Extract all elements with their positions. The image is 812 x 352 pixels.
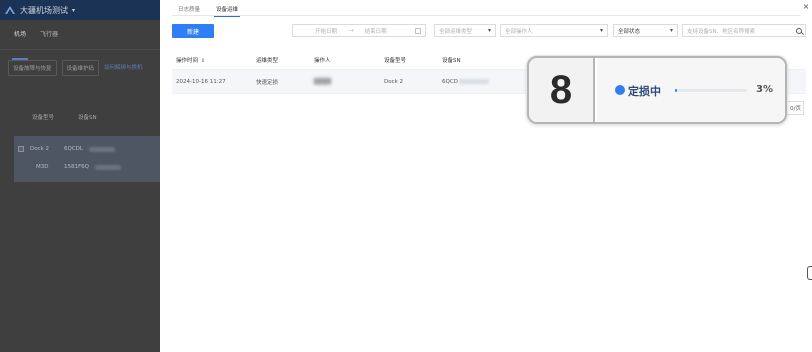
operator-select[interactable]: 全部操作人 ▾ [500,24,608,37]
page-size-select[interactable]: 0/页 [785,101,804,115]
zoom-callout: 8 定损中 3% [527,56,787,124]
maintenance-drawer: × 日志质量 设备运维 新建 开始日期 → 结束日期 全部运维类型 ▾ 全部操作… [160,0,812,352]
close-icon[interactable]: × [802,3,810,11]
search-placeholder: 支持设备SN、地区名称搜索 [687,28,756,35]
device-fault-button[interactable]: 设备故障与恢复 [8,60,57,76]
background-device-table: 设备型号 设备SN Dock 2 6QCDL M3D 1581F6Q [14,108,160,182]
screen: 大疆机场测试 ▾ 机场 飞行器 设备故障与恢复 设备维护码 如何解绑与换机 设备… [0,0,812,352]
row-sn: 6QCDL [64,146,83,152]
row-model: Dock 2 [30,146,50,152]
progress-bar [675,89,747,92]
calendar-icon [415,27,421,34]
row-checkbox[interactable] [18,146,24,152]
redacted-sn [95,164,121,170]
status-text: 定损中 [628,85,661,98]
background-app: 大疆机场测试 ▾ 机场 飞行器 设备故障与恢复 设备维护码 如何解绑与换机 设备… [0,0,160,352]
device-maintenance-code-button[interactable]: 设备维护码 [61,60,100,76]
caret-down-icon: ▾ [599,26,603,34]
column-header-sn: 设备SN [442,57,461,64]
project-title[interactable]: 大疆机场测试 [20,5,68,16]
table-row[interactable]: Dock 2 6QCDL [14,140,160,158]
row-sn: 1581F6Q [64,164,89,170]
row-model: M3D [36,164,49,170]
background-table-body: Dock 2 6QCDL M3D 1581F6Q [14,136,160,182]
new-button[interactable]: 新建 [172,24,214,38]
progress-percent: 3% [756,84,773,95]
caret-down-icon: ▾ [669,26,673,34]
cell-time: 2024-10-16 11:27 [176,78,226,85]
search-icon[interactable] [796,27,802,34]
tab-aircraft[interactable]: 飞行器 [40,29,58,49]
step-number: 8 [529,58,595,122]
column-header-model: 设备型号 [32,115,55,121]
callout-status: 定损中 3% [597,58,785,122]
column-header-time[interactable]: 操作时间 ⇕ [176,56,205,64]
drawer-tabs: 日志质量 设备运维 [172,0,800,17]
column-header-model: 设备型号 [384,57,407,64]
sort-icon[interactable]: ⇕ [201,58,205,64]
start-date-placeholder: 开始日期 [315,28,338,35]
column-header-operator: 操作人 [314,57,331,64]
redacted-sn [458,78,489,84]
cell-sn: 6QCD [442,78,489,85]
background-table-header: 设备型号 设备SN [14,108,160,126]
background-tabs: 机场 飞行器 [0,20,160,60]
operator-value: 全部操作人 [505,28,533,35]
cell-operator: ████ [314,78,331,85]
status-value: 全部状态 [618,28,641,35]
tab-device-maintenance[interactable]: 设备运维 [210,0,248,17]
date-range-picker[interactable]: 开始日期 → 结束日期 [292,24,426,37]
cell-type: 快速定损 [256,79,279,86]
background-topbar: 大疆机场测试 ▾ [0,0,160,20]
search-input[interactable]: 支持设备SN、地区名称搜索 [682,24,806,37]
status-dot-icon [615,85,625,95]
app-logo-icon [5,6,15,14]
maintenance-type-select[interactable]: 全部运维类型 ▾ [434,24,496,37]
status-select[interactable]: 全部状态 ▾ [613,24,678,37]
filter-toolbar: 新建 开始日期 → 结束日期 全部运维类型 ▾ 全部操作人 ▾ 全部状态 ▾ 支… [172,24,806,38]
date-separator: → [349,27,354,34]
caret-down-icon: ▾ [487,26,491,34]
redacted-sn [88,146,115,152]
table-row[interactable]: M3D 1581F6Q [14,158,160,176]
background-actions: 设备故障与恢复 设备维护码 如何解绑与换机 [0,50,160,76]
end-date-placeholder: 结束日期 [364,28,387,35]
cell-model: Dock 2 [384,78,404,85]
tab-log-quality[interactable]: 日志质量 [172,0,210,16]
column-header-type: 运维类型 [256,57,279,64]
unbind-help-link[interactable]: 如何解绑与换机 [104,60,143,76]
column-header-sn: 设备SN [78,115,97,121]
progress-fill [675,89,678,92]
tab-dock[interactable]: 机场 [11,29,29,60]
maintenance-type-value: 全部运维类型 [439,28,473,35]
chevron-down-icon[interactable]: ▾ [72,7,75,14]
side-handle[interactable] [807,266,812,280]
